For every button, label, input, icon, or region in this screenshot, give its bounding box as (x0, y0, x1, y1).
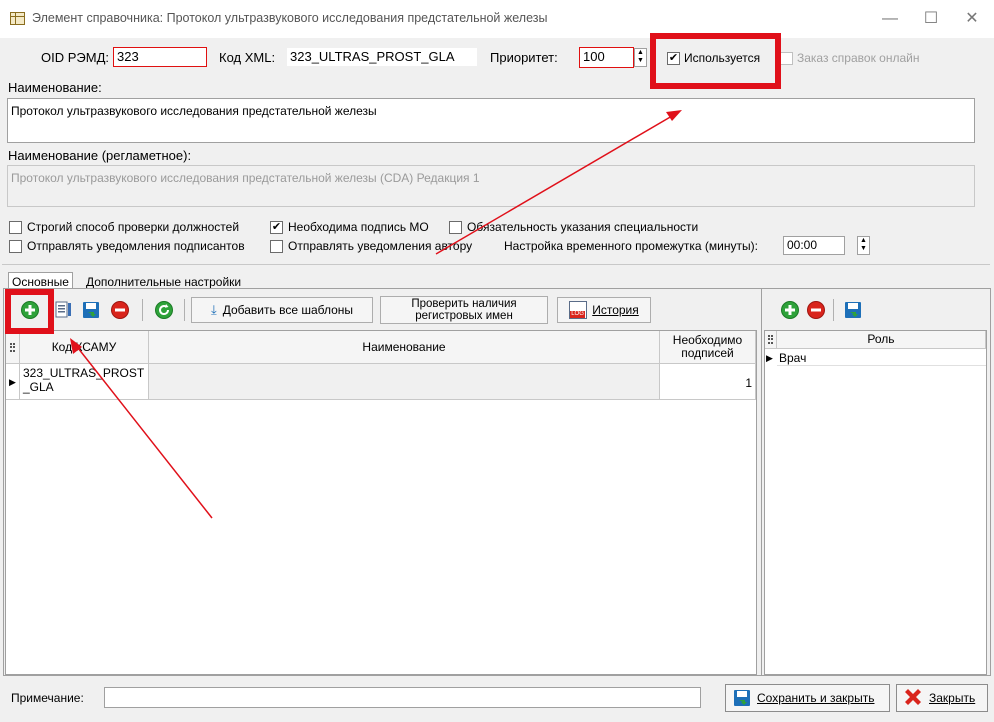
arrow-line-to-add (77, 347, 213, 519)
arrow-line-to-used (435, 115, 673, 255)
arrow-head-to-used (666, 110, 682, 121)
annotation-arrows (70, 110, 682, 519)
